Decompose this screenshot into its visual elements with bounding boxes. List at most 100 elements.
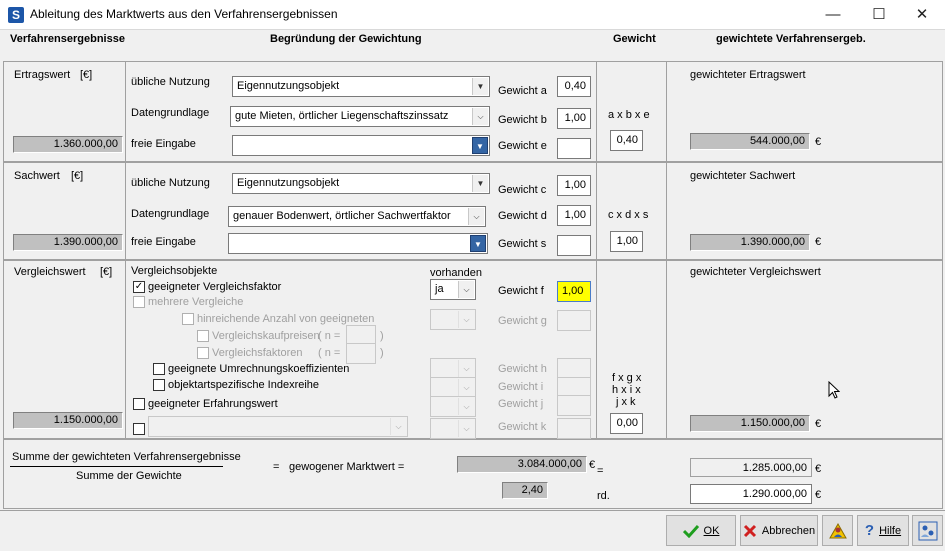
- frei-vergleich-select[interactable]: ⌵: [148, 416, 408, 437]
- chevron-down-icon[interactable]: ⌵: [458, 281, 474, 298]
- sach-currency: €: [815, 236, 822, 248]
- sach-formula: c x d x s: [608, 209, 649, 221]
- vergleich-weighted-label: gewichteter Vergleichswert: [690, 266, 821, 278]
- faktoren-label: Vergleichsfaktoren: [212, 347, 303, 359]
- chevron-down-icon[interactable]: ⌵: [468, 208, 484, 225]
- vorhanden-value: ja: [435, 283, 444, 295]
- sach-nutzung-value: Eigennutzungsobjekt: [237, 177, 340, 189]
- ertrag-currency: €: [815, 136, 822, 148]
- gewicht-c-input[interactable]: 1,00: [557, 175, 591, 196]
- chevron-down-icon[interactable]: ▼: [470, 235, 486, 252]
- gewicht-s-label: Gewicht s: [498, 238, 547, 250]
- kaufpreise-checkbox[interactable]: [197, 330, 209, 342]
- summary-equals: =: [273, 461, 280, 473]
- index-select[interactable]: ⌵: [430, 377, 476, 398]
- abbrechen-button[interactable]: Abbrechen: [740, 515, 818, 546]
- ertrag-nutzung-select[interactable]: Eigennutzungsobjekt ▼: [232, 76, 490, 97]
- ertrag-product: 0,40: [610, 130, 643, 151]
- chevron-down-icon[interactable]: ▼: [472, 78, 488, 95]
- chevron-down-icon[interactable]: ⌵: [458, 311, 474, 328]
- gewicht-d-label: Gewicht d: [498, 210, 547, 222]
- maximize-button[interactable]: ☐: [856, 0, 902, 30]
- hinreichend-label: hinreichende Anzahl von geeigneten: [197, 313, 375, 325]
- gewicht-h-input[interactable]: [557, 358, 591, 379]
- gewicht-j-input[interactable]: [557, 395, 591, 416]
- gewicht-s-input[interactable]: [557, 235, 591, 256]
- gewicht-b-input[interactable]: 1,00: [557, 108, 591, 129]
- vergleich-formula-2: h x i x: [612, 384, 641, 396]
- gewicht-i-label: Gewicht i: [498, 381, 544, 393]
- chevron-down-icon[interactable]: ⌵: [390, 418, 406, 435]
- sach-daten-value: genauer Bodenwert, örtlicher Sachwertfak…: [233, 210, 451, 222]
- header-gewicht: Gewicht: [613, 33, 656, 45]
- rounded-marktwert-input[interactable]: 1.290.000,00: [690, 484, 812, 504]
- rd-label: rd.: [597, 490, 610, 502]
- ertrag-frei-select[interactable]: ▼: [232, 135, 490, 156]
- ertrag-daten-select[interactable]: gute Mieten, örtlicher Liegenschaftszins…: [230, 106, 490, 127]
- chevron-down-icon[interactable]: ⌵: [458, 420, 474, 437]
- button-bar-divider: [0, 510, 945, 511]
- sach-frei-select[interactable]: ▼: [228, 233, 488, 254]
- chevron-down-icon[interactable]: ⌵: [458, 379, 474, 396]
- index-checkbox[interactable]: [153, 379, 165, 391]
- mouse-cursor-icon: [828, 381, 840, 399]
- extra-tool-button[interactable]: [912, 515, 943, 546]
- frei-checkbox[interactable]: [133, 423, 145, 435]
- people-network-icon: [918, 521, 937, 540]
- sach-weighted-label: gewichteter Sachwert: [690, 170, 796, 182]
- chevron-down-icon[interactable]: ⌵: [458, 360, 474, 377]
- hinreichend-select[interactable]: ⌵: [430, 309, 476, 330]
- faktoren-checkbox[interactable]: [197, 347, 209, 359]
- ok-button[interactable]: OK: [666, 515, 736, 546]
- assistant-button[interactable]: [822, 515, 853, 546]
- frei-vorhanden-select[interactable]: ⌵: [430, 418, 476, 439]
- ertrag-weighted-label: gewichteter Ertragswert: [690, 69, 806, 81]
- vergleich-weighted-value: 1.150.000,00: [690, 415, 810, 432]
- divider: [125, 61, 126, 439]
- chevron-down-icon[interactable]: ▼: [472, 175, 488, 192]
- sach-daten-select[interactable]: genauer Bodenwert, örtlicher Sachwertfak…: [228, 206, 486, 227]
- sach-daten-label: Datengrundlage: [131, 208, 210, 220]
- abbrechen-label: Abbrechen: [761, 524, 816, 537]
- chevron-down-icon[interactable]: ⌵: [458, 398, 474, 415]
- vergleich-unit: [€]: [100, 266, 113, 278]
- sach-nutzung-label: übliche Nutzung: [131, 177, 210, 189]
- ertrag-nutzung-label: übliche Nutzung: [131, 76, 210, 88]
- gewicht-g-input[interactable]: [557, 310, 591, 331]
- divider: [596, 61, 597, 439]
- sach-frei-label: freie Eingabe: [131, 236, 196, 248]
- help-icon: ?: [864, 522, 875, 539]
- gewicht-k-input[interactable]: [557, 418, 591, 439]
- gewicht-f-input[interactable]: 1,00: [557, 281, 591, 302]
- vorhanden-label: vorhanden: [430, 267, 482, 279]
- chevron-down-icon[interactable]: ⌵: [472, 108, 488, 125]
- ertrag-frei-label: freie Eingabe: [131, 138, 196, 150]
- ertrag-weighted-value: 544.000,00: [690, 133, 810, 150]
- hilfe-button[interactable]: ? Hilfe: [857, 515, 909, 546]
- mehrere-checkbox[interactable]: [133, 296, 145, 308]
- header-verfahrensergebnisse: Verfahrensergebnisse: [10, 33, 125, 45]
- umrechnung-checkbox[interactable]: [153, 363, 165, 375]
- ertrag-formula: a x b x e: [608, 109, 650, 121]
- gewicht-a-input[interactable]: 0,40: [557, 76, 591, 97]
- minimize-button[interactable]: —: [810, 0, 856, 30]
- faktor-label: geeigneter Vergleichsfaktor: [148, 281, 282, 293]
- gewicht-e-input[interactable]: [557, 138, 591, 159]
- gewicht-b-label: Gewicht b: [498, 114, 547, 126]
- sach-nutzung-select[interactable]: Eigennutzungsobjekt ▼: [232, 173, 490, 194]
- gewicht-e-label: Gewicht e: [498, 140, 547, 152]
- erfahrung-select[interactable]: ⌵: [430, 396, 476, 417]
- gewicht-d-input[interactable]: 1,00: [557, 205, 591, 226]
- faktoren-n-input[interactable]: [346, 343, 376, 364]
- erfahrung-checkbox[interactable]: [133, 398, 145, 410]
- chevron-down-icon[interactable]: ▼: [472, 137, 488, 154]
- close-button[interactable]: ✕: [899, 0, 945, 30]
- hinreichend-checkbox[interactable]: [182, 313, 194, 325]
- vorhanden-select[interactable]: ja ⌵: [430, 279, 476, 300]
- faktor-checkbox[interactable]: ✓: [133, 281, 145, 293]
- ertrag-nutzung-value: Eigennutzungsobjekt: [237, 80, 340, 92]
- sach-label: Sachwert: [14, 170, 60, 182]
- umrechnung-select[interactable]: ⌵: [430, 358, 476, 379]
- sach-value: 1.390.000,00: [13, 234, 123, 251]
- kaufpreise-n-label: ( n =: [318, 330, 341, 342]
